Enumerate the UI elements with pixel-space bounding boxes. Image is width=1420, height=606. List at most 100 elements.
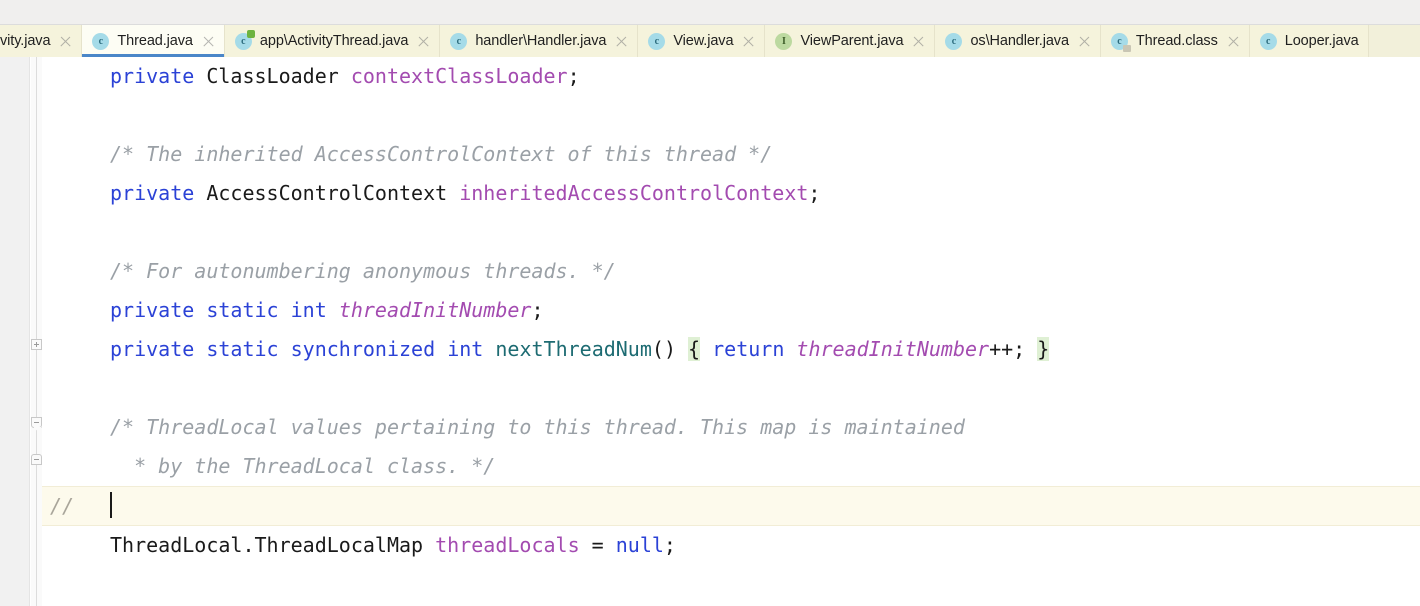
editor-tab-label: vity.java	[0, 33, 51, 49]
code-token: synchronized	[290, 337, 436, 361]
code-token: ()	[651, 337, 689, 361]
code-token: threadInitNumber	[338, 298, 532, 322]
editor-tab-7[interactable]: c Thread.class	[1100, 25, 1250, 57]
line-blank-1[interactable]	[42, 96, 1420, 135]
java-class-icon: c	[450, 32, 468, 50]
java-class-icon: c	[1259, 32, 1277, 50]
code-token: AccessControlContext	[206, 181, 448, 205]
code-token: null	[615, 533, 664, 557]
close-icon[interactable]	[1227, 35, 1240, 48]
code-token: ThreadLocalMap	[254, 533, 424, 557]
code-token: ;	[663, 533, 676, 557]
readonly-lock-icon	[1122, 44, 1131, 52]
modified-badge-icon	[246, 29, 255, 38]
code-token: inheritedAccessControlContext	[459, 181, 809, 205]
java-class-modified-icon: c	[234, 29, 255, 50]
code-token: ThreadLocal	[110, 533, 243, 557]
code-token: private	[110, 181, 195, 205]
fold-expanded-minus-2[interactable]	[31, 454, 42, 465]
line-comment-autonumbering[interactable]: /* For autonumbering anonymous threads. …	[42, 252, 1420, 291]
editor-tab-0[interactable]: vity.java	[0, 25, 83, 57]
code-token: int	[290, 298, 327, 322]
code-editor[interactable]: private ClassLoader contextClassLoader; /…	[0, 57, 1420, 606]
close-icon[interactable]	[202, 35, 215, 48]
editor-tab-1[interactable]: c Thread.java	[82, 25, 225, 57]
line-current-empty[interactable]: //	[42, 486, 1420, 526]
editor-tab-label: Looper.java	[1284, 33, 1359, 49]
code-token: int	[447, 337, 484, 361]
line-blank-3[interactable]	[42, 369, 1420, 408]
line-inherited-accesscontrolcontext[interactable]: private AccessControlContext inheritedAc…	[42, 174, 1420, 213]
editor-tab-bar[interactable]: vity.java c Thread.java c app\ActivityThread…	[0, 25, 1420, 57]
code-token: /* The inherited AccessControlContext of…	[110, 142, 773, 166]
code-token: {	[688, 337, 701, 361]
code-token: private	[110, 337, 195, 361]
fold-minus-icon	[34, 459, 39, 460]
line-threadinitnumber[interactable]: private static int threadInitNumber;	[42, 291, 1420, 330]
code-token: contextClassLoader	[350, 64, 568, 88]
code-token: * by the ThreadLocal class. */	[122, 454, 496, 478]
editor-tab-4[interactable]: c View.java	[638, 25, 766, 57]
line-nextthreadnum[interactable]: private static synchronized int nextThre…	[42, 330, 1420, 369]
line-comment-accesscontrol[interactable]: /* The inherited AccessControlContext of…	[42, 135, 1420, 174]
editor-tab-3[interactable]: c handler\Handler.java	[440, 25, 639, 57]
java-class-icon: c	[92, 32, 110, 50]
code-content[interactable]: private ClassLoader contextClassLoader; /…	[42, 57, 1420, 606]
line-blank-2[interactable]	[42, 213, 1420, 252]
java-class-readonly-icon: c	[1110, 32, 1131, 52]
code-token: return	[712, 337, 785, 361]
editor-tab-label: app\ActivityThread.java	[259, 33, 409, 49]
fold-plus-icon	[36, 342, 37, 347]
close-icon[interactable]	[742, 35, 755, 48]
code-folding-strip[interactable]	[31, 57, 42, 606]
code-token: private	[110, 298, 195, 322]
editor-tab-label: View.java	[673, 33, 734, 49]
toolbar-strip	[0, 0, 1420, 25]
code-token: threadInitNumber	[796, 337, 990, 361]
close-icon[interactable]	[1078, 35, 1091, 48]
close-icon[interactable]	[59, 35, 72, 48]
text-caret	[110, 492, 112, 518]
code-token: /* For autonumbering anonymous threads. …	[110, 259, 616, 283]
editor-tab-8[interactable]: c Looper.java	[1249, 25, 1369, 57]
commented-line-marker: //	[50, 494, 75, 518]
line-number-gutter	[0, 57, 30, 606]
editor-tab-label: ViewParent.java	[800, 33, 904, 49]
close-icon[interactable]	[615, 35, 628, 48]
close-icon[interactable]	[417, 35, 430, 48]
code-token: private	[110, 64, 195, 88]
code-token: ;	[567, 64, 580, 88]
line-context-classloader[interactable]: private ClassLoader contextClassLoader;	[42, 57, 1420, 96]
code-token: .	[242, 533, 255, 557]
editor-tab-label: Thread.class	[1135, 33, 1218, 49]
fold-collapsed-plus[interactable]	[31, 339, 42, 350]
ide-window: vity.java c Thread.java c app\ActivityThread…	[0, 0, 1420, 606]
line-comment-threadlocal-2[interactable]: * by the ThreadLocal class. */	[42, 447, 1420, 486]
editor-tab-2[interactable]: c app\ActivityThread.java	[224, 25, 441, 57]
editor-tab-6[interactable]: c os\Handler.java	[935, 25, 1101, 57]
code-token: ;	[808, 181, 821, 205]
close-icon[interactable]	[912, 35, 925, 48]
line-threadlocals[interactable]: ThreadLocal.ThreadLocalMap threadLocals …	[42, 526, 1420, 565]
line-comment-threadlocal-1[interactable]: /* ThreadLocal values pertaining to this…	[42, 408, 1420, 447]
editor-tab-label: Thread.java	[117, 33, 193, 49]
editor-tab-5[interactable]: I ViewParent.java	[765, 25, 936, 57]
fold-minus-icon	[34, 422, 39, 423]
editor-tab-label: os\Handler.java	[970, 33, 1069, 49]
code-token: static	[206, 337, 279, 361]
fold-expanded-minus-1[interactable]	[31, 417, 42, 428]
code-token: /* ThreadLocal values pertaining to this…	[110, 415, 965, 439]
fold-guide-line	[36, 57, 37, 606]
